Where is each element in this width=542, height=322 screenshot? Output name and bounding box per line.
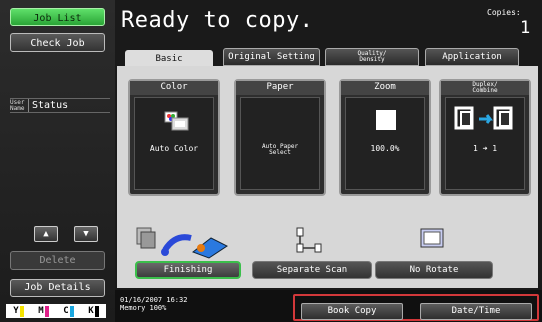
toner-black: K	[88, 305, 99, 317]
toner-yellow: Y	[13, 305, 24, 317]
date-time-readout: 01/16/2007 16:32	[120, 296, 188, 304]
toner-label: K	[88, 306, 94, 316]
duplex-card-title: Duplex/ Combine	[441, 81, 529, 95]
date-memory-info: 01/16/2007 16:32 Memory 100%	[120, 296, 187, 312]
divider	[28, 99, 29, 112]
separate-scan-icon	[296, 227, 322, 253]
zoom-card-title: Zoom	[341, 81, 429, 95]
memory-readout: Memory 100%	[120, 304, 167, 312]
scroll-up-button[interactable]: ▲	[34, 226, 58, 242]
user-status-header: User Name Status	[10, 98, 110, 113]
color-card[interactable]: Color Auto Color	[128, 79, 220, 196]
toner-bar-icon	[69, 305, 74, 317]
paper-card[interactable]: Paper Auto Paper Select	[234, 79, 326, 196]
finishing-icon	[136, 227, 228, 259]
left-panel: Job List Check Job User Name Status ▲ ▼ …	[0, 0, 115, 322]
tab-quality-density-label: Quality/ Density	[357, 49, 387, 63]
arrow-down-icon: ▼	[83, 229, 89, 239]
copies-label: Copies:	[487, 8, 521, 17]
color-card-body: Auto Color	[134, 97, 214, 190]
toner-label: C	[63, 306, 69, 316]
no-rotate-icon	[420, 228, 444, 248]
paper-card-title: Paper	[236, 81, 324, 95]
delete-button[interactable]: Delete	[10, 251, 105, 270]
no-rotate-button[interactable]: No Rotate	[375, 261, 493, 279]
color-printer-icon	[164, 111, 189, 131]
job-details-button[interactable]: Job Details	[10, 279, 105, 297]
book-copy-button[interactable]: Book Copy	[301, 303, 403, 320]
color-card-title: Color	[130, 81, 218, 95]
tab-original-setting[interactable]: Original Setting	[223, 48, 320, 66]
arrow-up-icon: ▲	[43, 229, 49, 239]
separate-scan-button[interactable]: Separate Scan	[252, 261, 372, 279]
check-job-button[interactable]: Check Job	[10, 33, 105, 52]
toner-bar-icon	[19, 305, 24, 317]
duplex-card-body: 1 ➜ 1	[445, 97, 525, 190]
duplex-card[interactable]: Duplex/ Combine 1 ➜ 1	[439, 79, 531, 196]
copies-count: 1	[520, 18, 531, 38]
toner-magenta: M	[38, 305, 49, 317]
paper-card-value: Auto Paper Select	[261, 143, 299, 156]
toner-levels: Y M C K	[6, 304, 106, 318]
page-title: Ready to copy.	[121, 8, 314, 33]
duplex-pages-icon	[454, 106, 513, 130]
job-list-button[interactable]: Job List	[10, 8, 105, 26]
date-time-button[interactable]: Date/Time	[420, 303, 532, 320]
status-label: Status	[32, 100, 69, 111]
user-name-label: User Name	[10, 99, 25, 112]
tab-quality-density[interactable]: Quality/ Density	[325, 48, 419, 66]
tab-application[interactable]: Application	[425, 48, 519, 66]
duplex-card-value: 1 ➜ 1	[472, 144, 498, 153]
status-bar: 01/16/2007 16:32 Memory 100% Book Copy D…	[115, 290, 542, 322]
toner-label: M	[38, 306, 44, 316]
toner-bar-icon	[44, 305, 49, 317]
zoom-card[interactable]: Zoom 100.0%	[339, 79, 431, 196]
zoom-page-icon	[376, 110, 396, 130]
toner-bar-icon	[94, 305, 99, 317]
color-card-value: Auto Color	[149, 144, 199, 153]
zoom-card-body: 100.0%	[345, 97, 425, 190]
scroll-down-button[interactable]: ▼	[74, 226, 98, 242]
paper-card-body: Auto Paper Select	[240, 97, 320, 190]
zoom-card-value: 100.0%	[370, 144, 400, 153]
main-panel: Color Auto Color Paper Auto Paper Select…	[117, 66, 538, 288]
finishing-button[interactable]: Finishing	[135, 261, 241, 279]
toner-label: Y	[13, 306, 19, 316]
toner-cyan: C	[63, 305, 74, 317]
